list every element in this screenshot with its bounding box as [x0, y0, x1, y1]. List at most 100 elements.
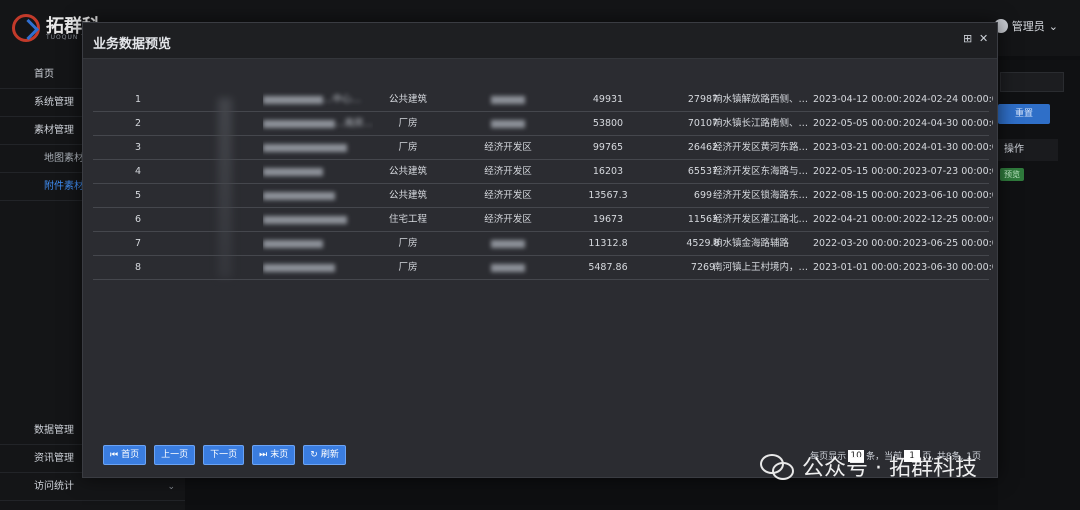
logo-mark-icon — [12, 14, 40, 42]
cell-address: 响水镇解放路西侧、… — [713, 94, 809, 105]
cell-start-date: 2023-01-01 00:00:00 — [813, 262, 901, 273]
redacted-text — [263, 95, 323, 104]
cell-number: 3 — [134, 142, 142, 153]
skip-back-icon: ⏮ — [110, 450, 119, 460]
cell-zone: 经济开发区 — [484, 166, 532, 177]
cell-start-date: 2022-05-15 00:00:00 — [813, 166, 901, 177]
cell-name-text: …中心… — [323, 94, 362, 105]
redacted-text — [263, 215, 347, 224]
table-row[interactable]: 8 厂房 5487.86 7269 南河镇上王村境内，… 2023-01-01 00:00… — [93, 256, 993, 280]
cell-number: 2 — [134, 118, 142, 129]
cell-category: 公共建筑 — [388, 94, 427, 105]
table-row[interactable]: 3 厂房 经济开发区 99765 26462 经济开发区黄河东路… 2023-03-21 0… — [93, 136, 993, 160]
cell-name — [263, 184, 373, 208]
cell-start-date: 2022-03-20 00:00:00 — [813, 238, 901, 249]
user-name: 管理员 — [1011, 20, 1045, 33]
redacted-text — [491, 119, 525, 128]
background-search-input[interactable] — [1000, 72, 1064, 92]
cell-address: 响水镇金海路辅路 — [713, 238, 790, 249]
cell-category: 厂房 — [398, 262, 418, 273]
cell-name: …中心… — [263, 88, 373, 112]
cell-address: 经济开发区黄河东路… — [713, 142, 809, 153]
cell-value-1: 99765 — [592, 142, 624, 153]
cell-category: 厂房 — [398, 238, 418, 249]
wechat-icon — [760, 452, 794, 480]
maximize-icon[interactable]: ⊞ — [963, 32, 972, 45]
cell-value-1: 11312.8 — [588, 238, 628, 249]
cell-address: 经济开发区东海路与… — [713, 166, 809, 177]
cell-value-1: 49931 — [592, 94, 624, 105]
watermark: 公众号 · 拓群科技 — [760, 450, 977, 482]
refresh-icon: ↻ — [310, 450, 318, 460]
cell-address: 经济开发区灌江路北… — [713, 214, 809, 225]
redacted-text — [263, 167, 323, 176]
close-icon[interactable]: ✕ — [979, 32, 988, 45]
cell-start-date: 2022-05-05 00:00:00 — [813, 118, 901, 129]
chevron-down-icon: ⌄ — [1048, 19, 1058, 33]
cell-zone: 经济开发区 — [484, 190, 532, 201]
cell-name — [263, 256, 373, 280]
skip-forward-icon: ⏭ — [259, 450, 268, 460]
cell-category: 厂房 — [398, 142, 418, 153]
cell-name — [263, 208, 373, 232]
cell-value-1: 13567.3 — [588, 190, 628, 201]
cell-name — [263, 136, 373, 160]
redacted-text — [263, 263, 335, 272]
cell-end-date: 2024-01-30 00:00:00 — [903, 142, 993, 153]
cell-address: 响水镇长江路南侧、… — [713, 118, 809, 129]
table-row[interactable]: 1 …中心… 公共建筑 49931 27987 响水镇解放路西侧、… 2023-04-12 … — [93, 88, 993, 112]
cell-value-1: 19673 — [592, 214, 624, 225]
cell-number: 6 — [134, 214, 142, 225]
cell-number: 8 — [134, 262, 142, 273]
watermark-text: 公众号 · 拓群科技 — [802, 456, 977, 481]
table-row[interactable]: 2 …南房… 厂房 53800 70107 响水镇长江路南侧、… 2022-05-05 00… — [93, 112, 993, 136]
user-menu[interactable]: 管理员 ⌄ — [993, 18, 1058, 34]
background-content — [998, 60, 1080, 510]
last-page-button[interactable]: ⏭ 末页 — [252, 445, 296, 465]
cell-end-date: 2023-06-30 00:00:00 — [903, 262, 993, 273]
cell-number: 7 — [134, 238, 142, 249]
data-preview-modal: 业务数据预览 ⊞ ✕ 1 …中心… 公共建筑 49931 27987 响水镇解放路西侧、…… — [82, 22, 998, 478]
cell-start-date: 2022-08-15 00:00:00 — [813, 190, 901, 201]
cell-start-date: 2023-03-21 00:00:00 — [813, 142, 901, 153]
data-table: 1 …中心… 公共建筑 49931 27987 响水镇解放路西侧、… 2023-04-12 … — [93, 88, 993, 280]
redacted-text — [491, 239, 525, 248]
cell-number: 1 — [134, 94, 142, 105]
cell-start-date: 2022-04-21 00:00:00 — [813, 214, 901, 225]
next-page-button[interactable]: 下一页 — [203, 445, 245, 465]
redacted-text — [263, 119, 335, 128]
cell-end-date: 2024-02-24 00:00:00 — [903, 94, 993, 105]
refresh-button[interactable]: ↻ 刷新 — [303, 445, 346, 465]
cell-end-date: 2023-07-23 00:00:00 — [903, 166, 993, 177]
cell-zone — [453, 88, 563, 112]
redacted-text — [491, 263, 525, 272]
background-preview-tag[interactable]: 预览 — [1000, 168, 1024, 181]
cell-zone: 经济开发区 — [484, 214, 532, 225]
cell-end-date: 2022-12-25 00:00:00 — [903, 214, 993, 225]
redacted-text — [263, 191, 335, 200]
cell-end-date: 2023-06-10 00:00:00 — [903, 190, 993, 201]
background-reset-button[interactable]: 重置 — [998, 104, 1050, 124]
table-row[interactable]: 5 公共建筑 经济开发区 13567.3 699 经济开发区锁海路东… 2022-08-15… — [93, 184, 993, 208]
table-row[interactable]: 4 公共建筑 经济开发区 16203 65537 经济开发区东海路与… 2022-05-15… — [93, 160, 993, 184]
cell-name-text: …南房… — [335, 118, 373, 129]
cell-value-1: 53800 — [592, 118, 624, 129]
cell-address: 南河镇上王村境内，… — [713, 262, 809, 273]
modal-title: 业务数据预览 — [93, 37, 172, 52]
table-row[interactable]: 6 住宅工程 经济开发区 19673 11563 经济开发区灌江路北… 2022-04-21… — [93, 208, 993, 232]
prev-page-button[interactable]: 上一页 — [154, 445, 196, 465]
cell-zone — [453, 232, 563, 256]
first-page-button[interactable]: ⏮ 首页 — [103, 445, 147, 465]
cell-start-date: 2023-04-12 00:00:00 — [813, 94, 901, 105]
cell-value-1: 5487.86 — [588, 262, 628, 273]
cell-name — [263, 160, 373, 184]
cell-value-1: 16203 — [592, 166, 624, 177]
table-row[interactable]: 7 厂房 11312.8 4529.8 响水镇金海路辅路 2022-03-20 00:00… — [93, 232, 993, 256]
modal-header: 业务数据预览 ⊞ ✕ — [83, 23, 997, 59]
cell-zone — [453, 112, 563, 136]
redacted-text — [263, 239, 323, 248]
cell-zone — [453, 256, 563, 280]
cell-name — [263, 232, 373, 256]
cell-name: …南房… — [263, 112, 373, 136]
redacted-text — [263, 143, 347, 152]
